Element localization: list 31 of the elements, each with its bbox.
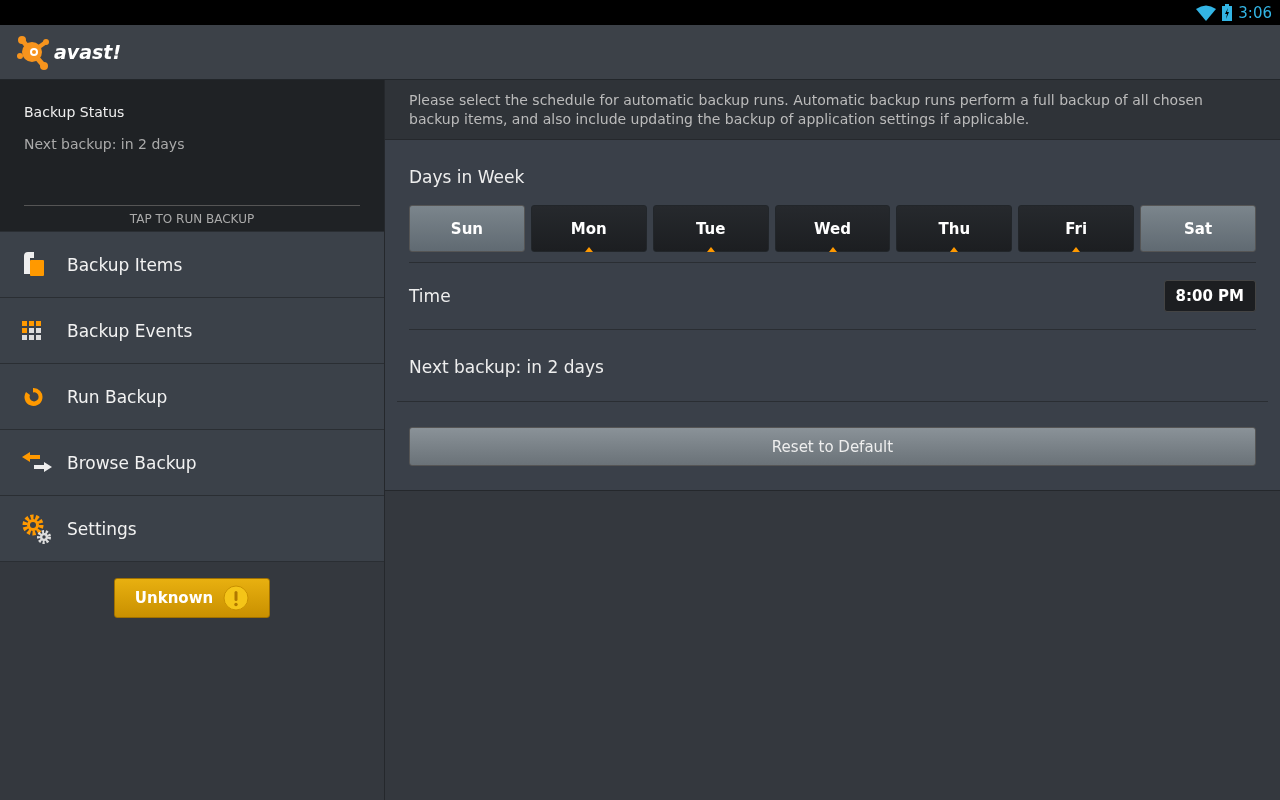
day-toggle[interactable]: Tue <box>652 205 769 252</box>
swap-arrows-icon <box>22 451 52 474</box>
next-backup-text: Next backup: in 2 days <box>409 357 604 377</box>
menu-item[interactable]: Run Backup <box>0 363 384 429</box>
description-text: Please select the schedule for automatic backup runs. Automatic backup runs perform a full backup of all chosen backup items, and also include updating the backup of application settings if applicable. <box>385 80 1280 140</box>
status-title: Backup Status <box>24 104 126 120</box>
wifi-icon <box>1196 4 1217 21</box>
refresh-icon <box>22 385 44 408</box>
section-title: Days in Week <box>409 167 525 187</box>
day-toggle[interactable]: Wed <box>774 205 891 252</box>
status-text: Next backup: in 2 days <box>24 136 186 152</box>
logo-text: avast! <box>54 41 122 63</box>
battery-icon <box>1222 4 1233 21</box>
documents-icon <box>22 251 46 278</box>
menu-item[interactable]: Settings <box>0 495 384 561</box>
grid-icon <box>22 320 44 341</box>
clock-time: 3:06 <box>1238 3 1272 22</box>
day-toggle[interactable]: Fri <box>1018 205 1135 252</box>
splat-logo-icon <box>16 34 52 70</box>
day-toggle[interactable]: Mon <box>530 205 647 252</box>
warning-icon <box>223 585 250 611</box>
day-toggle[interactable]: Sun <box>409 205 525 252</box>
gears-icon <box>22 513 52 544</box>
day-toggle[interactable]: Sat <box>1140 205 1256 252</box>
backup-status-panel[interactable]: Backup Status Next backup: in 2 days TAP TO RUN BACKUP <box>0 80 384 231</box>
time-button[interactable]: 8:00 PM <box>1163 280 1256 312</box>
time-label: Time <box>409 286 451 306</box>
menu-item[interactable]: Browse Backup <box>0 429 384 495</box>
menu-item[interactable]: Backup Events <box>0 297 384 363</box>
menu-item[interactable]: Backup Items <box>0 231 384 297</box>
day-toggle[interactable]: Thu <box>896 205 1013 252</box>
